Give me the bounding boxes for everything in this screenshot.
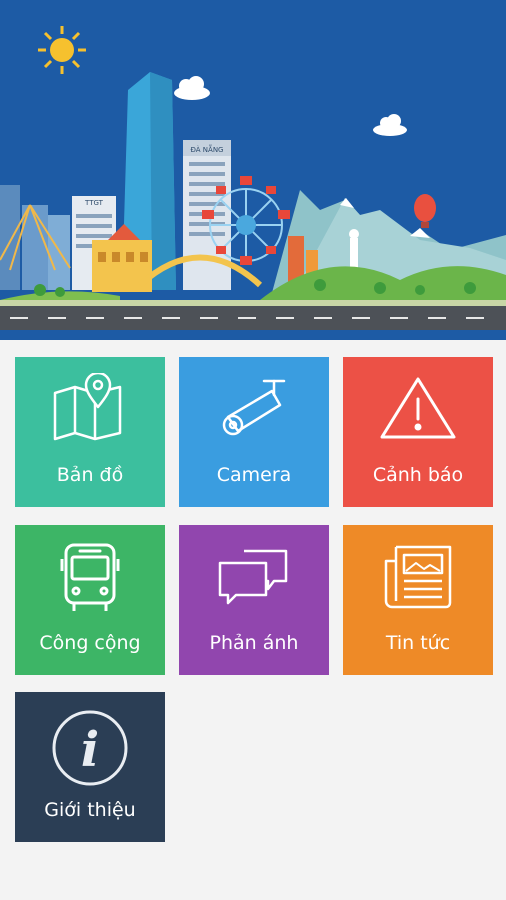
warning-tile[interactable]: Cảnh báo (343, 357, 493, 507)
public-transport-tile[interactable]: Công cộng (15, 525, 165, 675)
city-skyline-illustration: ĐÀ NẴNG TTGT (0, 0, 506, 340)
news-tile-label: Tin tức (385, 632, 451, 654)
map-pin-icon (15, 373, 165, 453)
warning-icon (343, 373, 493, 453)
public-transport-tile-label: Công cộng (39, 632, 141, 654)
about-tile[interactable]: i Giới thiệu (15, 692, 165, 842)
svg-text:i: i (81, 722, 99, 778)
map-tile[interactable]: Bản đồ (15, 357, 165, 507)
camera-icon (179, 373, 329, 453)
sign-text: TTGT (84, 199, 104, 207)
feedback-tile-label: Phản ánh (209, 632, 299, 654)
newspaper-icon (343, 541, 493, 621)
about-tile-label: Giới thiệu (44, 799, 136, 821)
header-banner: ĐÀ NẴNG TTGT (0, 0, 506, 340)
warning-tile-label: Cảnh báo (372, 464, 464, 486)
info-icon: i (15, 708, 165, 788)
camera-tile[interactable]: Camera (179, 357, 329, 507)
camera-tile-label: Camera (216, 464, 292, 486)
bus-icon (15, 541, 165, 621)
map-tile-label: Bản đồ (56, 464, 124, 486)
billboard-text: ĐÀ NẴNG (190, 144, 223, 154)
news-tile[interactable]: Tin tức (343, 525, 493, 675)
feedback-tile[interactable]: Phản ánh (179, 525, 329, 675)
chat-bubbles-icon (179, 541, 329, 621)
